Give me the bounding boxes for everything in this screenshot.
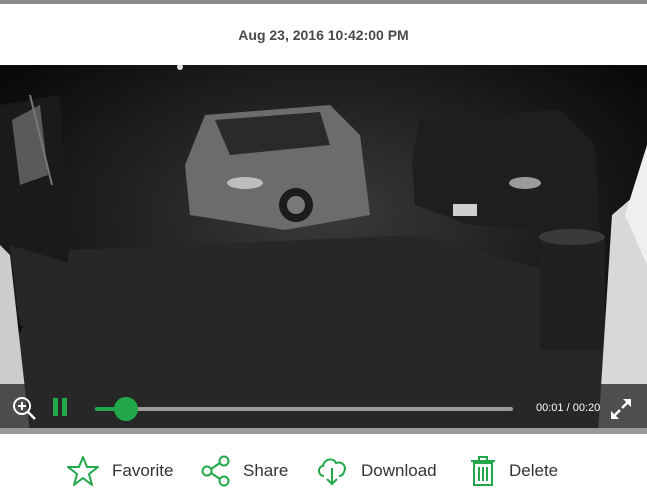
fullscreen-icon	[611, 399, 631, 419]
trash-icon	[471, 456, 495, 486]
seek-bar[interactable]	[95, 407, 513, 411]
share-button[interactable]: Share	[201, 444, 288, 498]
delete-label: Delete	[509, 461, 559, 480]
pause-button[interactable]	[50, 396, 70, 418]
fullscreen-button[interactable]	[610, 398, 632, 420]
seek-thumb[interactable]	[114, 397, 139, 421]
share-label: Share	[243, 461, 289, 480]
clip-actions: Favorite Share Download Delete	[0, 444, 647, 498]
star-icon	[67, 456, 99, 486]
video-player[interactable]	[0, 65, 647, 434]
video-bottom-strip	[0, 428, 647, 434]
clip-timestamp: Aug 23, 2016 10:42:00 PM	[238, 26, 409, 43]
player-controls: 00:01 / 00:20	[0, 384, 647, 428]
zoom-button[interactable]	[10, 394, 38, 422]
zoom-in-icon	[13, 397, 36, 420]
pause-icon	[50, 396, 70, 418]
download-button[interactable]: Download	[315, 444, 437, 498]
playback-time: 00:01 / 00:20	[536, 402, 601, 414]
delete-button[interactable]: Delete	[469, 444, 558, 498]
favorite-button[interactable]: Favorite	[66, 444, 173, 498]
share-icon	[201, 455, 230, 487]
cloud-download-icon	[318, 458, 346, 486]
clip-header: Aug 23, 2016 10:42:00 PM	[0, 4, 647, 65]
download-label: Download	[361, 461, 437, 480]
video-frame	[0, 65, 647, 434]
favorite-label: Favorite	[112, 461, 174, 480]
